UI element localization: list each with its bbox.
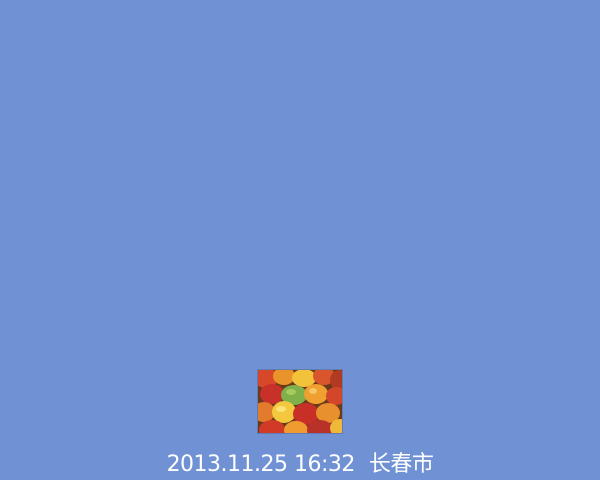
photo-datetime: 2013.11.25 16:32 — [166, 452, 356, 477]
photo-location: 长春市 — [368, 452, 434, 477]
photo-thumbnail[interactable] — [258, 370, 342, 433]
lock-screen: 2013.11.25 16:32 长春市 — [0, 0, 600, 480]
mango-fruit-photo — [258, 370, 342, 433]
photo-caption: 2013.11.25 16:32 长春市 — [0, 446, 600, 478]
